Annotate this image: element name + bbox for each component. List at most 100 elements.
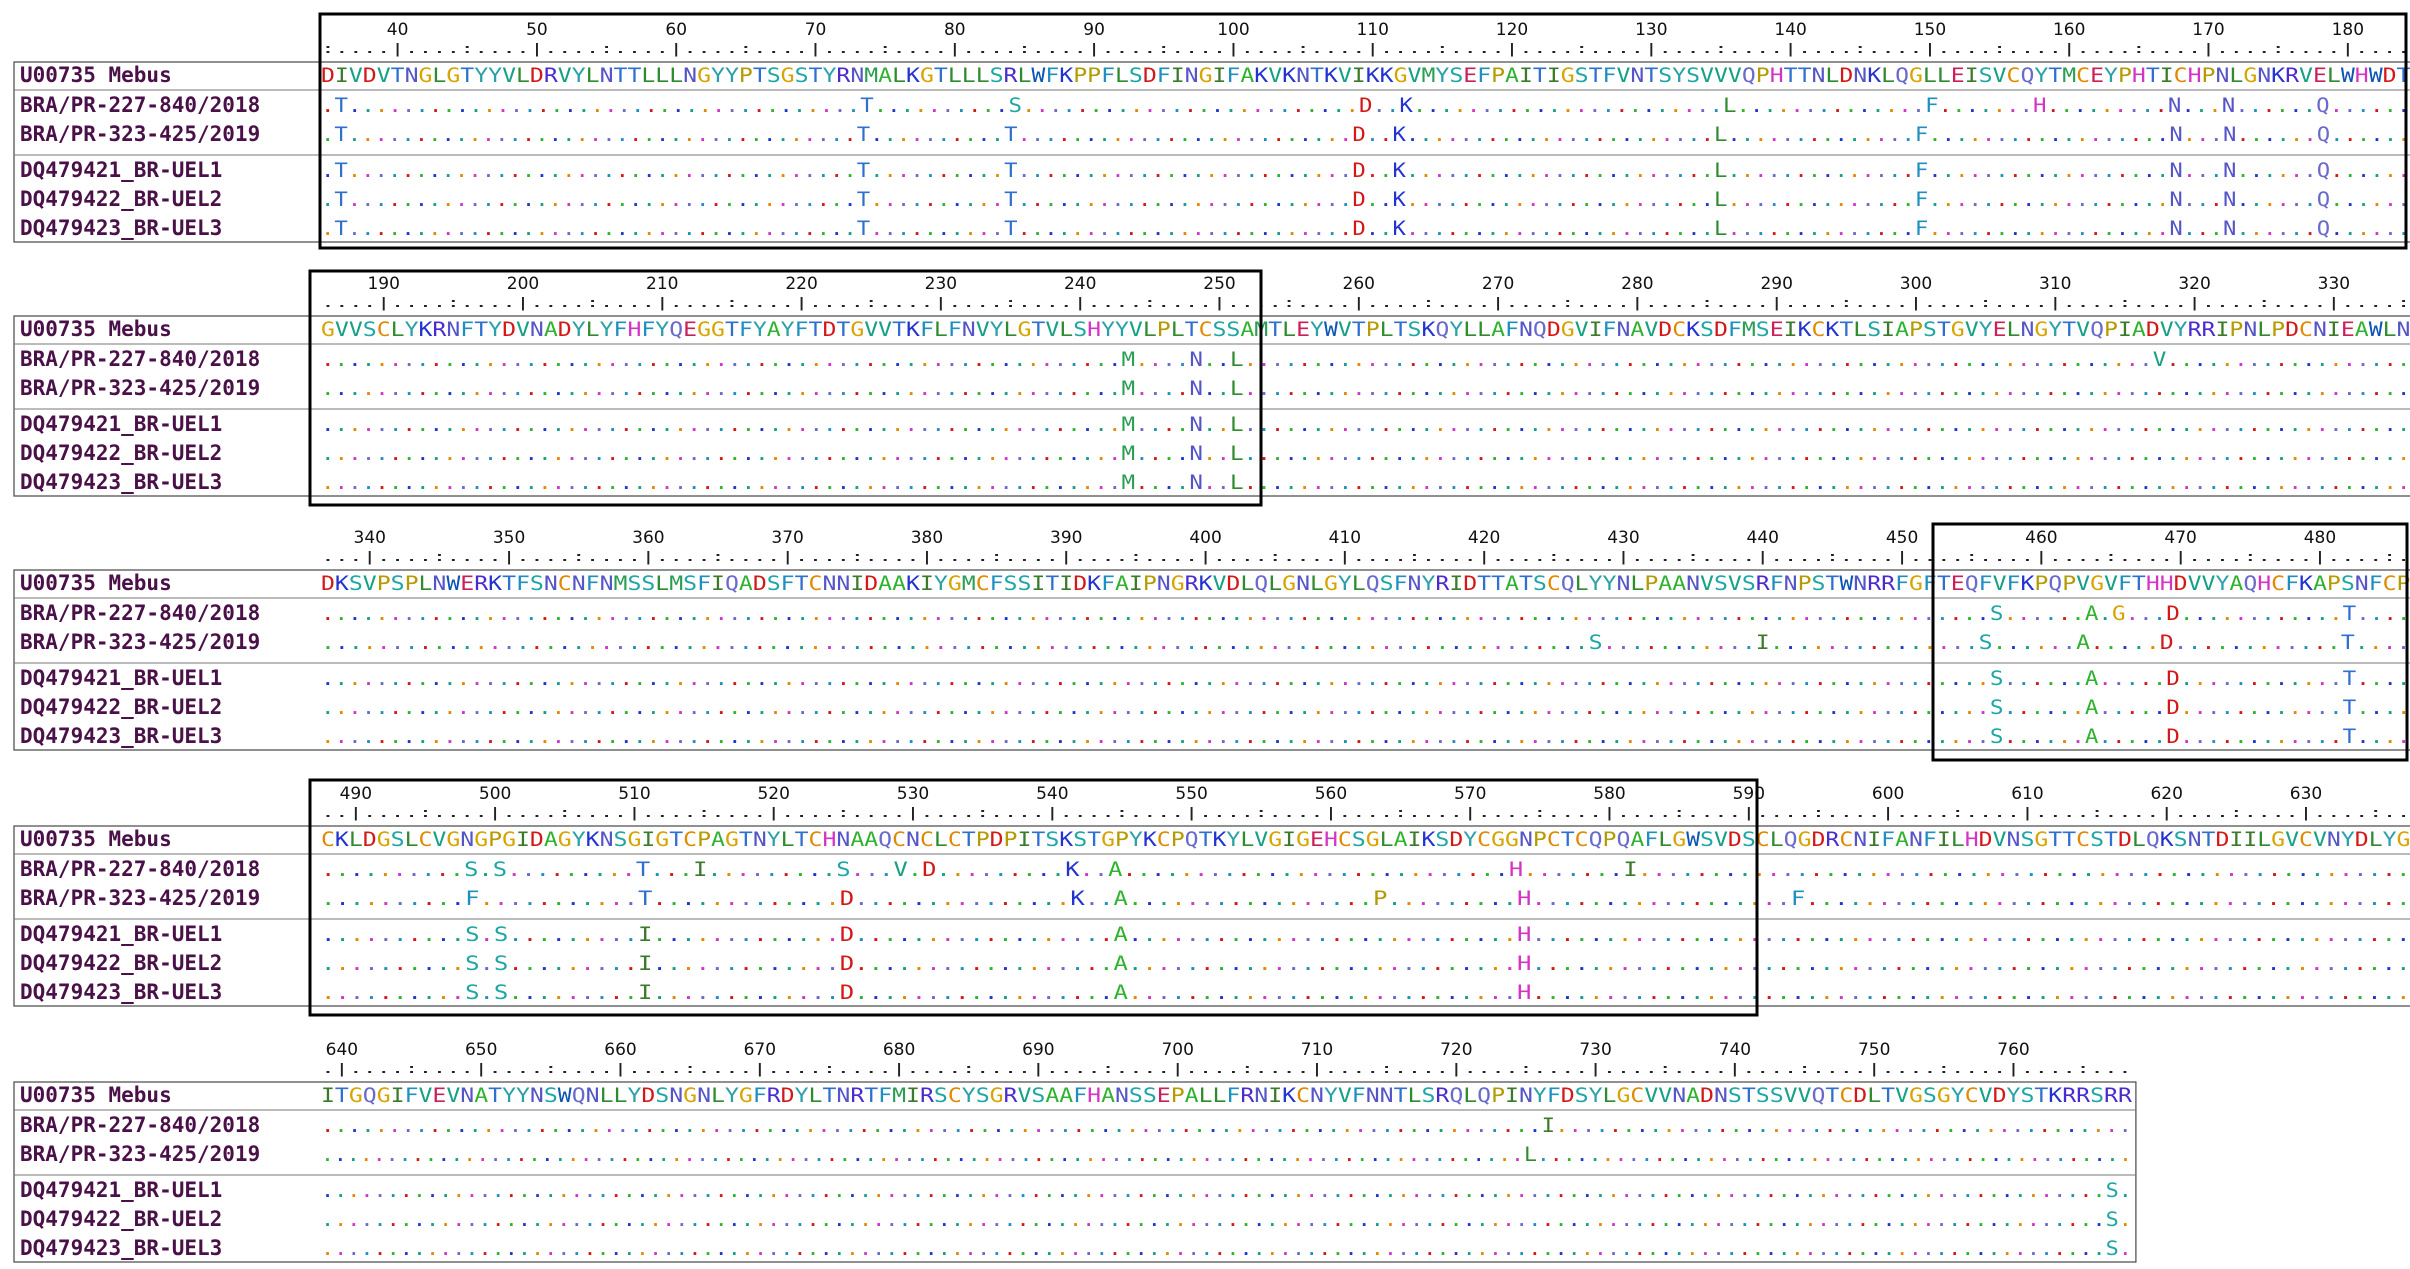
position-tick-label: 400 [1189, 528, 1221, 548]
sequence-name-label: BRA/PR-227-840/2018 [20, 1113, 260, 1137]
sequence-name-label: DQ479421_BR-UEL1 [20, 412, 222, 436]
sequence-row: ..........F...........T.............D...… [321, 887, 2410, 910]
sequence-row: .T......................................… [321, 159, 2410, 182]
sequence-name-label: U00735 Mebus [20, 317, 172, 341]
position-tick-label: 520 [757, 784, 789, 804]
position-tick-label: 350 [493, 528, 525, 548]
alignment-frame [13, 825, 2410, 1007]
position-tick-label: 530 [897, 784, 929, 804]
position-tick-label: 650 [465, 1040, 497, 1060]
position-tick-label: 620 [2150, 784, 2182, 804]
position-tick-label: 340 [354, 528, 386, 548]
position-tick-label: 680 [883, 1040, 915, 1060]
position-tick-label: 390 [1050, 528, 1082, 548]
position-tick-label: 670 [744, 1040, 776, 1060]
position-tick-label: 220 [785, 274, 817, 294]
sequence-name-label: DQ479423_BR-UEL3 [20, 1236, 222, 1260]
sequence-name-label: DQ479421_BR-UEL1 [20, 666, 222, 690]
position-tick-label: 160 [2053, 20, 2085, 40]
sequence-row: ..........S.S.........T...I.........S...… [321, 858, 2410, 881]
alignment-frame [13, 569, 2410, 751]
sequence-row: ........................................… [321, 1237, 2132, 1260]
reference-sequence-row: GVVSCLYKRNFTYDVNADYLYFHFYQEGGTFYAYFTDTGV… [321, 318, 2410, 341]
position-tick-label: 460 [2025, 528, 2057, 548]
sequence-name-label: DQ479421_BR-UEL1 [20, 922, 222, 946]
sequence-name-label: DQ479423_BR-UEL3 [20, 980, 222, 1004]
sequence-row: ..........S.S.........I.............D...… [321, 952, 2410, 975]
sequence-row: .T......................................… [321, 123, 2410, 146]
sequence-name-label: BRA/PR-323-425/2019 [20, 1142, 260, 1166]
sequence-name-label: BRA/PR-227-840/2018 [20, 93, 260, 117]
position-tick-label: 580 [1593, 784, 1625, 804]
sequence-row: ........................................… [321, 413, 2410, 436]
sequence-name-label: DQ479423_BR-UEL3 [20, 470, 222, 494]
alignment-block: 40 50 60 70 80 90 100 110 120 130 140 150 160 170 180:… [13, 20, 2410, 243]
position-tick-label: 510 [618, 784, 650, 804]
position-tick-label: 660 [604, 1040, 636, 1060]
sequence-row: ........................................… [321, 348, 2410, 371]
position-tick-label: 590 [1733, 784, 1765, 804]
alignment-block: 190 200 210 220 230 240 250 260 270 280 290 300 310 3… [13, 274, 2410, 497]
reference-sequence-row: ITGQGIFVEVNATYYNSWQNLLYDSNGNLYGFRDYLTNRT… [321, 1084, 2132, 1107]
sequence-row: ........................................… [321, 1143, 2132, 1166]
position-tick-label: 470 [2164, 528, 2196, 548]
position-ruler: .|....:....|....:....|....:....|....:...… [321, 1062, 2132, 1077]
position-tick-label: 240 [1064, 274, 1096, 294]
position-tick-label: 640 [326, 1040, 358, 1060]
position-tick-label: 420 [1468, 528, 1500, 548]
position-tick-label: 360 [632, 528, 664, 548]
position-tick-label: 560 [1315, 784, 1347, 804]
position-ruler: ...|....:....|....:....|....:....|....:.… [321, 550, 2410, 565]
sequence-name-label: DQ479422_BR-UEL2 [20, 951, 222, 975]
alignment-frame [13, 61, 2410, 243]
sequence-row: ........................................… [321, 442, 2410, 465]
position-tick-label: 260 [1343, 274, 1375, 294]
alignment-block: 640 650 660 670 680 690 700 710 720 730 740 750 760.… [13, 1040, 2137, 1263]
reference-sequence-row: DKSVPSPLNWERKTFSNCNFNMSSLMSFIQADSFTCNNID… [321, 572, 2410, 595]
sequence-row: ........................................… [321, 1208, 2132, 1231]
sequence-row: ........................................… [321, 1114, 2132, 1137]
position-tick-label: 500 [479, 784, 511, 804]
reference-sequence-row: DIVDVTNGLGTYYVLDRVYLNTTLLLNGYYPTSGSTYRNM… [321, 64, 2410, 87]
sequence-name-label: BRA/PR-323-425/2019 [20, 886, 260, 910]
position-tick-label: 710 [1301, 1040, 1333, 1060]
position-tick-label: 150 [1914, 20, 1946, 40]
sequence-name-label: DQ479421_BR-UEL1 [20, 1178, 222, 1202]
sequence-name-label: U00735 Mebus [20, 571, 172, 595]
position-tick-label: 230 [925, 274, 957, 294]
sequence-row: ..........S.S.........I.............D...… [321, 923, 2410, 946]
position-tick-label: 750 [1858, 1040, 1890, 1060]
position-tick-label: 170 [2192, 20, 2224, 40]
position-tick-label: 570 [1454, 784, 1486, 804]
sequence-row: .T......................................… [321, 94, 2410, 117]
position-tick-label: 60 [665, 20, 687, 40]
position-tick-label: 300 [1900, 274, 1932, 294]
alignment-blocks: 40 50 60 70 80 90 100 110 120 130 140 150 160 170 180:… [13, 20, 2410, 1263]
sequence-row: ........................................… [321, 377, 2410, 400]
sequence-row: ........................................… [321, 631, 2410, 654]
position-tick-label: 610 [2011, 784, 2043, 804]
position-tick-label: 430 [1607, 528, 1639, 548]
alignment-canvas: 40 50 60 70 80 90 100 110 120 130 140 150 160 170 180:… [13, 12, 2410, 1263]
position-tick-label: 200 [507, 274, 539, 294]
sequence-name-label: BRA/PR-227-840/2018 [20, 857, 260, 881]
position-tick-label: 190 [367, 274, 399, 294]
position-tick-label: 700 [1161, 1040, 1193, 1060]
position-tick-label: 130 [1635, 20, 1667, 40]
position-tick-label: 330 [2318, 274, 2350, 294]
position-tick-label: 410 [1329, 528, 1361, 548]
sequence-row: ........................................… [321, 725, 2410, 748]
position-tick-label: 50 [526, 20, 548, 40]
position-ruler: ..|....:....|....:....|....:....|....:..… [321, 806, 2410, 821]
sequence-row: ........................................… [321, 1179, 2132, 1202]
sequence-name-label: BRA/PR-323-425/2019 [20, 630, 260, 654]
sequence-name-label: BRA/PR-323-425/2019 [20, 122, 260, 146]
sequence-name-label: DQ479422_BR-UEL2 [20, 695, 222, 719]
position-tick-label: 440 [1747, 528, 1779, 548]
sequence-name-label: BRA/PR-227-840/2018 [20, 347, 260, 371]
position-tick-label: 730 [1579, 1040, 1611, 1060]
position-tick-label: 480 [2304, 528, 2336, 548]
position-tick-label: 370 [771, 528, 803, 548]
position-tick-label: 250 [1203, 274, 1235, 294]
position-tick-label: 740 [1719, 1040, 1751, 1060]
